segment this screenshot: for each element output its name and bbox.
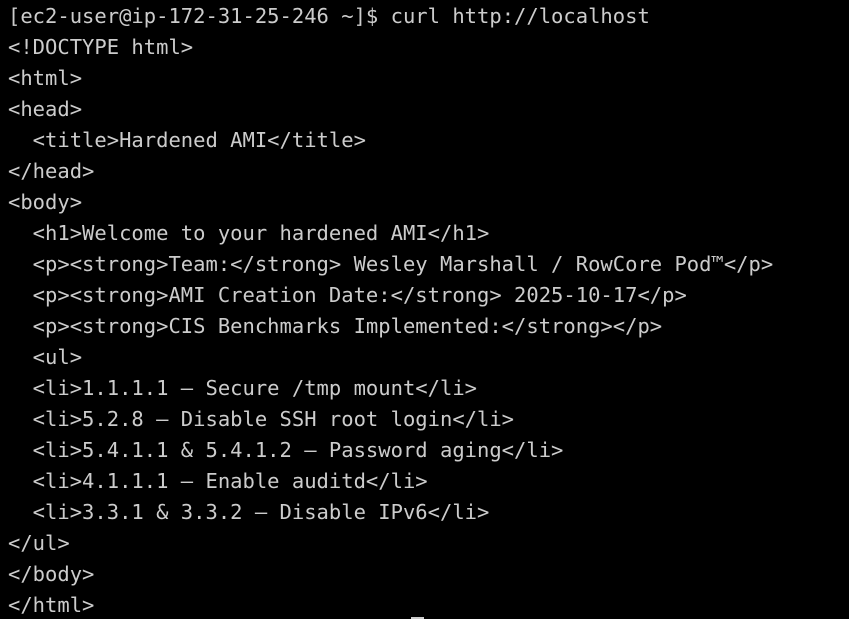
shell-prompt: [ec2-user@ip-172-31-25-246 ~]$ bbox=[8, 4, 391, 28]
output-line: <ul> bbox=[8, 345, 83, 369]
output-line: <li>4.1.1.1 – Enable auditd</li> bbox=[8, 469, 428, 493]
output-line: <li>1.1.1.1 – Secure /tmp mount</li> bbox=[8, 376, 477, 400]
output-line: <!DOCTYPE html> bbox=[8, 35, 194, 59]
command-text: curl http://localhost bbox=[390, 4, 650, 28]
output-line: <li>5.2.8 – Disable SSH root login</li> bbox=[8, 407, 515, 431]
output-line: <li>5.4.1.1 & 5.4.1.2 – Password aging</… bbox=[8, 438, 564, 462]
command-line: [ec2-user@ip-172-31-25-246 ~]$ curl http… bbox=[8, 1, 849, 32]
output-line: </ul> bbox=[8, 531, 70, 555]
output-line: </head> bbox=[8, 159, 95, 183]
output-line: </body> bbox=[8, 562, 95, 586]
output-line: <body> bbox=[8, 190, 83, 214]
terminal-window[interactable]: [ec2-user@ip-172-31-25-246 ~]$ curl http… bbox=[0, 0, 849, 619]
output-line: <p><strong>Team:</strong> Wesley Marshal… bbox=[8, 252, 774, 276]
output-line: <head> bbox=[8, 97, 83, 121]
output-line: <p><strong>AMI Creation Date:</strong> 2… bbox=[8, 283, 687, 307]
output-line: <h1>Welcome to your hardened AMI</h1> bbox=[8, 221, 490, 245]
output-line: <p><strong>CIS Benchmarks Implemented:</… bbox=[8, 314, 663, 338]
output-line: <li>3.3.1 & 3.3.2 – Disable IPv6</li> bbox=[8, 500, 490, 524]
output-line: </html> bbox=[8, 593, 95, 617]
output-line: <html> bbox=[8, 66, 83, 90]
output-line: <title>Hardened AMI</title> bbox=[8, 128, 366, 152]
